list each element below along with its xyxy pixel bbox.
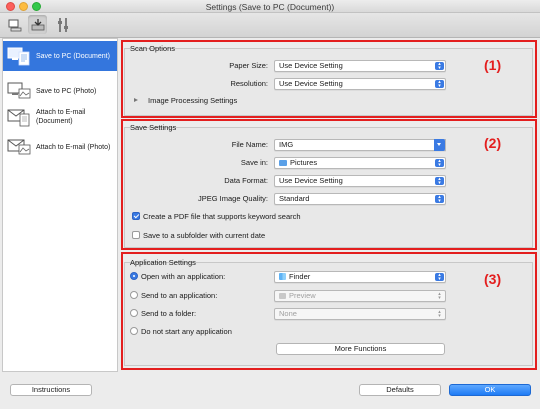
annotation-box-2 — [121, 119, 537, 250]
window-title: Settings (Save to PC (Document)) — [205, 2, 335, 12]
title-bar: Settings (Save to PC (Document)) — [0, 0, 540, 13]
sidebar: Save to PC (Document) Save to PC (Photo)… — [2, 38, 118, 372]
sidebar-item-save-document[interactable]: Save to PC (Document) — [3, 41, 117, 71]
instructions-button[interactable]: Instructions — [10, 384, 92, 396]
scan-from-computer-icon[interactable] — [5, 15, 24, 34]
toolbar — [0, 13, 540, 38]
sidebar-item-email-document[interactable]: Attach to E-mail (Document) — [3, 102, 117, 132]
annotation-number-1: (1) — [484, 57, 502, 73]
general-settings-icon[interactable] — [53, 15, 72, 34]
email-photo-icon — [7, 136, 31, 158]
sidebar-item-label: Save to PC (Document) — [36, 52, 110, 60]
sidebar-item-label: Attach to E-mail (Photo) — [36, 143, 111, 151]
ok-button[interactable]: OK — [449, 384, 531, 396]
annotation-number-2: (2) — [484, 135, 502, 151]
annotation-box-3 — [121, 252, 537, 370]
email-document-icon — [7, 106, 31, 128]
sidebar-item-email-photo[interactable]: Attach to E-mail (Photo) — [3, 132, 117, 162]
sidebar-item-label: Attach to E-mail (Document) — [36, 109, 86, 125]
save-document-icon — [7, 45, 31, 67]
save-photo-icon — [7, 80, 31, 102]
scan-from-operation-panel-icon[interactable] — [28, 15, 47, 34]
sidebar-item-label: Save to PC (Photo) — [36, 87, 97, 95]
annotation-box-1 — [121, 40, 537, 118]
defaults-button[interactable]: Defaults — [359, 384, 441, 396]
annotation-number-3: (3) — [484, 271, 502, 287]
